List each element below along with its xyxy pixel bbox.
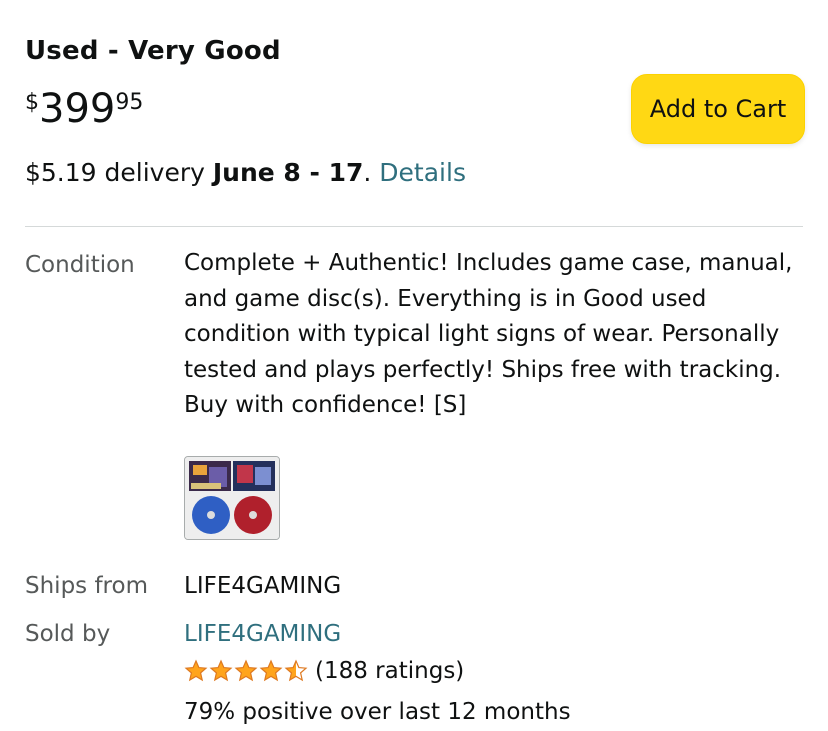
condition-text: Complete + Authentic! Includes game case…: [184, 250, 793, 418]
seller-rating[interactable]: (188 ratings): [184, 658, 464, 684]
item-photo-image: [185, 457, 279, 539]
add-to-cart-button[interactable]: Add to Cart: [631, 74, 805, 144]
price-fraction: 95: [115, 90, 144, 115]
star-icon: [234, 659, 258, 682]
delivery-prefix: $5.19 delivery: [25, 158, 213, 187]
delivery-info: $5.19 delivery June 8 - 17. Details: [25, 158, 466, 187]
delivery-details-link[interactable]: Details: [379, 158, 466, 187]
ships-from-label: Ships from: [25, 573, 148, 599]
star-icon: [284, 659, 308, 682]
sold-by-label: Sold by: [25, 621, 111, 647]
price: $ 399 95: [25, 86, 143, 132]
ratings-count: (188 ratings): [315, 658, 465, 684]
star-icon: [259, 659, 283, 682]
offer-condition-title: Used - Very Good: [25, 36, 281, 66]
divider: [25, 226, 803, 227]
price-whole: 399: [39, 86, 116, 132]
star-icon: [209, 659, 233, 682]
star-rating-icon: [184, 659, 309, 683]
star-icon: [184, 659, 208, 682]
price-symbol: $: [25, 90, 39, 115]
delivery-dates: June 8 - 17: [212, 158, 364, 187]
condition-label: Condition: [25, 252, 135, 278]
seller-link[interactable]: LIFE4GAMING: [184, 621, 341, 647]
delivery-suffix: .: [363, 158, 380, 187]
ships-from-value: LIFE4GAMING: [184, 573, 342, 599]
seller-positive-feedback: 79% positive over last 12 months: [184, 699, 571, 725]
item-photo-thumbnail[interactable]: [184, 456, 280, 540]
